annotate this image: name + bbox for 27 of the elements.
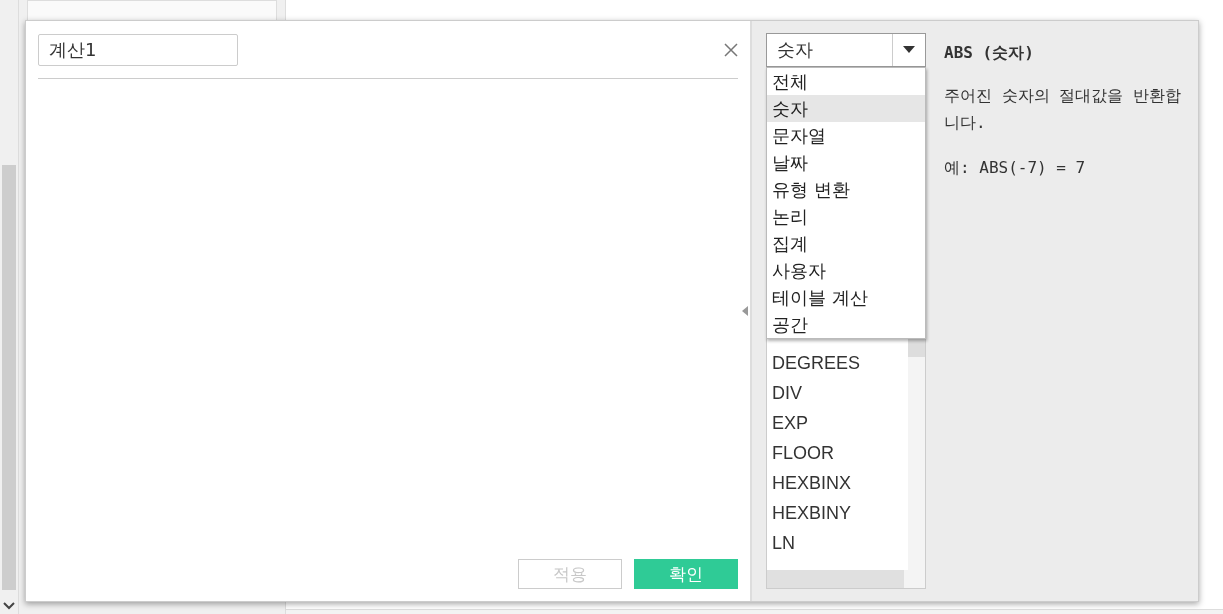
function-item[interactable]: DIV [767,383,908,413]
dropdown-option[interactable]: 문자열 [767,122,925,149]
name-field[interactable]: 계산1 [38,34,238,66]
dropdown-option[interactable]: 집계 [767,230,925,257]
function-item[interactable]: HEXBINY [767,503,908,533]
collapse-arrow-icon[interactable] [742,306,748,316]
function-item[interactable]: LN [767,533,908,563]
function-example: 예: ABS(-7) = 7 [944,158,1087,179]
function-item[interactable]: FLOOR [767,443,908,473]
category-dropdown[interactable]: 숫자 [766,33,926,67]
dropdown-option[interactable]: 테이블 계산 [767,284,925,311]
function-description: 주어진 숫자의 절대값을 반환합니다. [944,85,1182,134]
function-title: ABS (숫자) [944,43,1035,64]
close-icon[interactable] [724,43,738,57]
dropdown-option[interactable]: 논리 [767,203,925,230]
function-item[interactable]: DEGREES [767,353,908,383]
scrollbar-thumb[interactable] [767,570,904,588]
dropdown-option[interactable]: 숫자 [767,95,925,122]
function-item[interactable]: EXP [767,413,908,443]
dropdown-option[interactable]: 사용자 [767,257,925,284]
dropdown-option[interactable]: 날짜 [767,149,925,176]
scrollbar-thumb[interactable] [2,165,16,590]
function-item[interactable]: HEXBINX [767,473,908,503]
dropdown-option[interactable]: 공간 [767,311,925,338]
dropdown-option[interactable]: 유형 변환 [767,176,925,203]
dropdown-option[interactable]: 전체 [767,68,925,95]
caret-icon [903,46,915,54]
